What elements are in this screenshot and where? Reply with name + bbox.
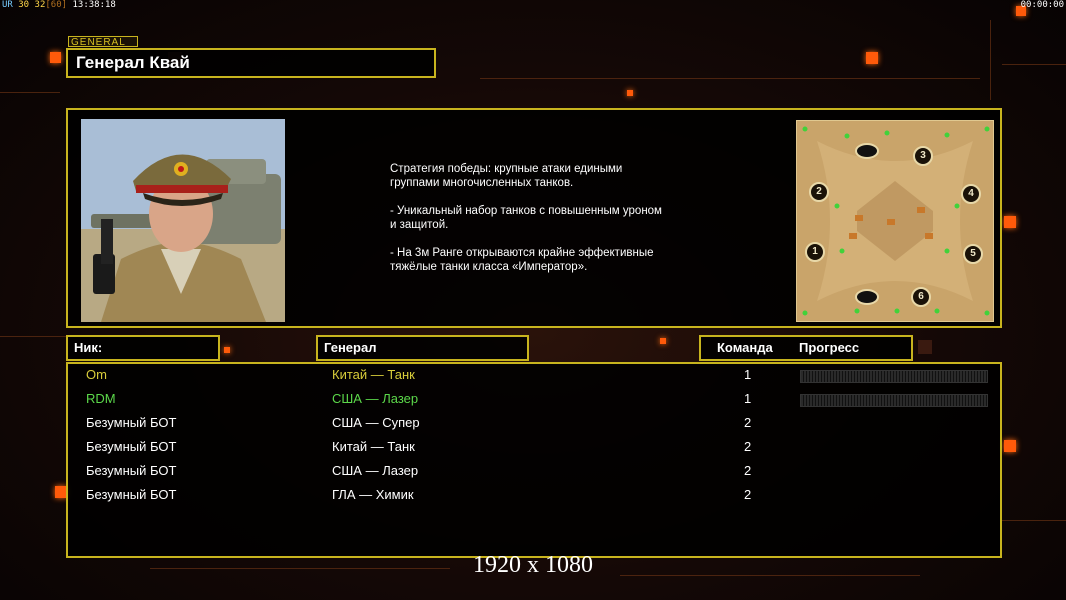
player-progress-bar [800, 394, 988, 407]
minimap-slot[interactable]: 3 [913, 146, 933, 166]
glow-square [224, 347, 230, 353]
player-nick: Безумный БОТ [86, 463, 177, 478]
player-row: RDM США — Лазер 1 [68, 389, 998, 411]
player-row: Om Китай — Танк 1 [68, 365, 998, 387]
minimap-slot[interactable]: 1 [805, 242, 825, 262]
deco-line [0, 92, 60, 93]
deco-line [1002, 520, 1066, 521]
player-progress-bar [800, 370, 988, 383]
header-general: Генерал [316, 335, 529, 361]
player-team: 1 [744, 391, 752, 406]
minimap-slot[interactable]: 6 [911, 287, 931, 307]
player-general: Китай — Танк [332, 439, 415, 454]
fps-a: 30 [18, 0, 30, 10]
player-team: 1 [744, 367, 752, 382]
minimap-slot[interactable]: 5 [963, 244, 983, 264]
general-info-panel: Стратегия победы: крупные атаки едиными … [66, 108, 1002, 328]
player-row: Безумный БОТ Китай — Танк 2 [68, 437, 998, 459]
player-general: США — Лазер [332, 391, 419, 406]
fps-b: 32 [34, 0, 46, 10]
resolution-label: 1920 x 1080 [473, 552, 593, 578]
fps-counter: UR 30 32[60] 13:38:18 [2, 0, 116, 10]
player-nick: Безумный БОТ [86, 439, 177, 454]
fps-cap: [60] [45, 0, 68, 10]
clock: 13:38:18 [72, 0, 116, 10]
deco-line [1002, 64, 1066, 65]
glow-square [866, 52, 878, 64]
glow-square [1004, 440, 1016, 452]
player-team: 2 [744, 439, 752, 454]
header-team: Команда [717, 340, 773, 355]
player-nick: RDM [86, 391, 116, 406]
glow-square [1004, 216, 1016, 228]
player-general: Китай — Танк [332, 367, 415, 382]
header-team-progress: Команда Прогресс [699, 335, 913, 361]
glow-square [660, 338, 666, 344]
minimap-slot[interactable]: 4 [961, 184, 981, 204]
player-row: Безумный БОТ США — Супер 2 [68, 413, 998, 435]
player-team: 2 [744, 487, 752, 502]
ur-label: UR [2, 0, 13, 10]
general-tag: GENERAL [68, 36, 138, 48]
general-portrait [81, 119, 285, 322]
player-team: 2 [744, 415, 752, 430]
minimap-image [797, 121, 993, 321]
general-name: Генерал Квай [66, 48, 436, 78]
player-nick: Om [86, 367, 107, 382]
deco-line [480, 78, 980, 79]
player-nick: Безумный БОТ [86, 415, 177, 430]
game-timer: 00:00:00 [1020, 0, 1064, 10]
minimap-slot[interactable]: 2 [809, 182, 829, 202]
general-description: Стратегия победы: крупные атаки едиными … [390, 163, 662, 273]
player-general: ГЛА — Химик [332, 487, 414, 502]
player-list: Om Китай — Танк 1 RDM США — Лазер 1 Безумный Б… [66, 362, 1002, 558]
header-progress: Прогресс [799, 340, 860, 355]
glow-square [627, 90, 633, 96]
player-row: Безумный БОТ ГЛА — Химик 2 [68, 485, 998, 507]
deco-line [0, 336, 66, 337]
glow-square [918, 340, 932, 354]
player-general: США — Лазер [332, 463, 419, 478]
glow-square [50, 52, 61, 63]
deco-line [990, 20, 991, 100]
general-portrait-image [81, 119, 285, 322]
header-nick: Ник: [66, 335, 220, 361]
minimap[interactable]: 1 2 3 4 5 6 [796, 120, 994, 322]
player-nick: Безумный БОТ [86, 487, 177, 502]
player-team: 2 [744, 463, 752, 478]
player-row: Безумный БОТ США — Лазер 2 [68, 461, 998, 483]
player-general: США — Супер [332, 415, 420, 430]
